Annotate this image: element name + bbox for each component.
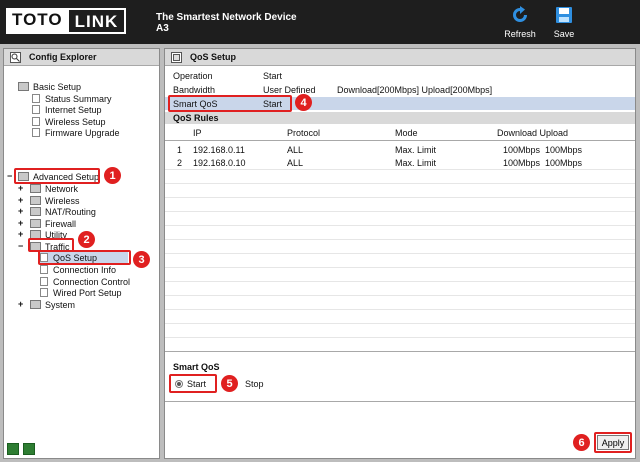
- annotation-box-4: [168, 95, 292, 112]
- page-icon: [32, 117, 40, 126]
- page-icon: [32, 128, 40, 137]
- grid-line: [165, 169, 635, 170]
- table-row[interactable]: 2 192.168.0.10 ALL Max. Limit 100Mbps 10…: [165, 156, 635, 169]
- page-icon: [40, 277, 48, 286]
- divider: [165, 140, 635, 141]
- save-icon: [556, 7, 572, 23]
- annotation-box-5: [169, 374, 217, 393]
- divider: [165, 401, 635, 402]
- page-icon: [40, 288, 48, 297]
- tree-wireless-setup[interactable]: Wireless Setup: [32, 116, 106, 127]
- page-icon: [32, 105, 40, 114]
- folder-icon: [18, 82, 29, 91]
- folder-icon: [30, 207, 41, 216]
- folder-icon: [30, 184, 41, 193]
- collapse-icon[interactable]: −: [18, 241, 23, 251]
- smart-qos-section-title: Smart QoS: [173, 361, 220, 372]
- totolink-logo: TOTO LINK: [6, 8, 127, 34]
- expand-icon[interactable]: +: [18, 218, 23, 228]
- home-icon[interactable]: [7, 443, 19, 455]
- tree-nat-routing[interactable]: NAT/Routing: [30, 206, 96, 217]
- page-icon: [40, 265, 48, 274]
- refresh-icon: [513, 6, 527, 22]
- operation-row: Operation Start: [173, 70, 283, 81]
- collapse-icon[interactable]: −: [7, 171, 12, 181]
- refresh-button[interactable]: Refresh: [500, 6, 540, 39]
- grid-line: [165, 183, 635, 184]
- expand-icon[interactable]: +: [18, 229, 23, 239]
- grid-line: [165, 225, 635, 226]
- model-name: A3: [156, 23, 169, 34]
- save-button[interactable]: Save: [544, 6, 584, 39]
- tagline: The Smartest Network Device A3: [156, 12, 297, 34]
- grid-line: [165, 267, 635, 268]
- qos-setup-panel: QoS Setup Operation Start Bandwidth User…: [164, 48, 636, 459]
- tree-basic-setup[interactable]: Basic Setup: [18, 81, 81, 92]
- app-header: TOTO LINK The Smartest Network Device A3…: [0, 0, 640, 44]
- grid-line: [165, 239, 635, 240]
- explorer-bottom-tools: [7, 443, 35, 455]
- grid-line: [165, 211, 635, 212]
- page-icon: [32, 94, 40, 103]
- qos-setup-title: QoS Setup: [165, 49, 635, 66]
- grid-line: [165, 309, 635, 310]
- tree-firmware-upgrade[interactable]: Firmware Upgrade: [32, 127, 120, 138]
- tree-wireless[interactable]: Wireless: [30, 195, 80, 206]
- tree-internet-setup[interactable]: Internet Setup: [32, 104, 102, 115]
- annotation-badge-3: 3: [133, 251, 150, 268]
- expand-icon[interactable]: +: [18, 206, 23, 216]
- annotation-badge-2: 2: [78, 231, 95, 248]
- folder-icon: [30, 196, 41, 205]
- annotation-badge-4: 4: [295, 94, 312, 111]
- expand-icon[interactable]: +: [18, 299, 23, 309]
- table-row[interactable]: 1 192.168.0.11 ALL Max. Limit 100Mbps 10…: [165, 143, 635, 156]
- annotation-badge-6: 6: [573, 434, 590, 451]
- tree-wired-port-setup[interactable]: Wired Port Setup: [40, 287, 122, 298]
- divider: [165, 351, 635, 352]
- grid-line: [165, 295, 635, 296]
- grid-line: [165, 323, 635, 324]
- tree-firewall[interactable]: Firewall: [30, 218, 76, 229]
- explorer-icon: [10, 51, 21, 63]
- tree-connection-control[interactable]: Connection Control: [40, 276, 130, 287]
- grid-line: [165, 253, 635, 254]
- grid-line: [165, 337, 635, 338]
- tree-connection-info[interactable]: Connection Info: [40, 264, 116, 275]
- rules-columns: IP Protocol Mode Download Upload: [193, 127, 569, 138]
- annotation-badge-5: 5: [221, 375, 238, 392]
- stop-option[interactable]: Stop: [245, 379, 264, 389]
- tree-status-summary[interactable]: Status Summary: [32, 93, 112, 104]
- folder-icon: [30, 219, 41, 228]
- folder-icon: [30, 300, 41, 309]
- annotation-box-1: [14, 168, 100, 184]
- annotation-box-6: [594, 432, 632, 453]
- window-icon: [171, 51, 182, 63]
- grid-line: [165, 197, 635, 198]
- config-explorer-panel: Config Explorer Basic Setup Status Summa…: [3, 48, 160, 459]
- grid-line: [165, 281, 635, 282]
- qos-rules-header: QoS Rules: [165, 112, 635, 124]
- expand-icon[interactable]: +: [18, 195, 23, 205]
- annotation-box-3: [38, 250, 131, 265]
- tree-system[interactable]: System: [30, 299, 75, 310]
- expand-icon[interactable]: +: [18, 183, 23, 193]
- tree-network[interactable]: Network: [30, 183, 78, 194]
- logout-icon[interactable]: [23, 443, 35, 455]
- config-explorer-title: Config Explorer: [4, 49, 159, 66]
- annotation-badge-1: 1: [104, 167, 121, 184]
